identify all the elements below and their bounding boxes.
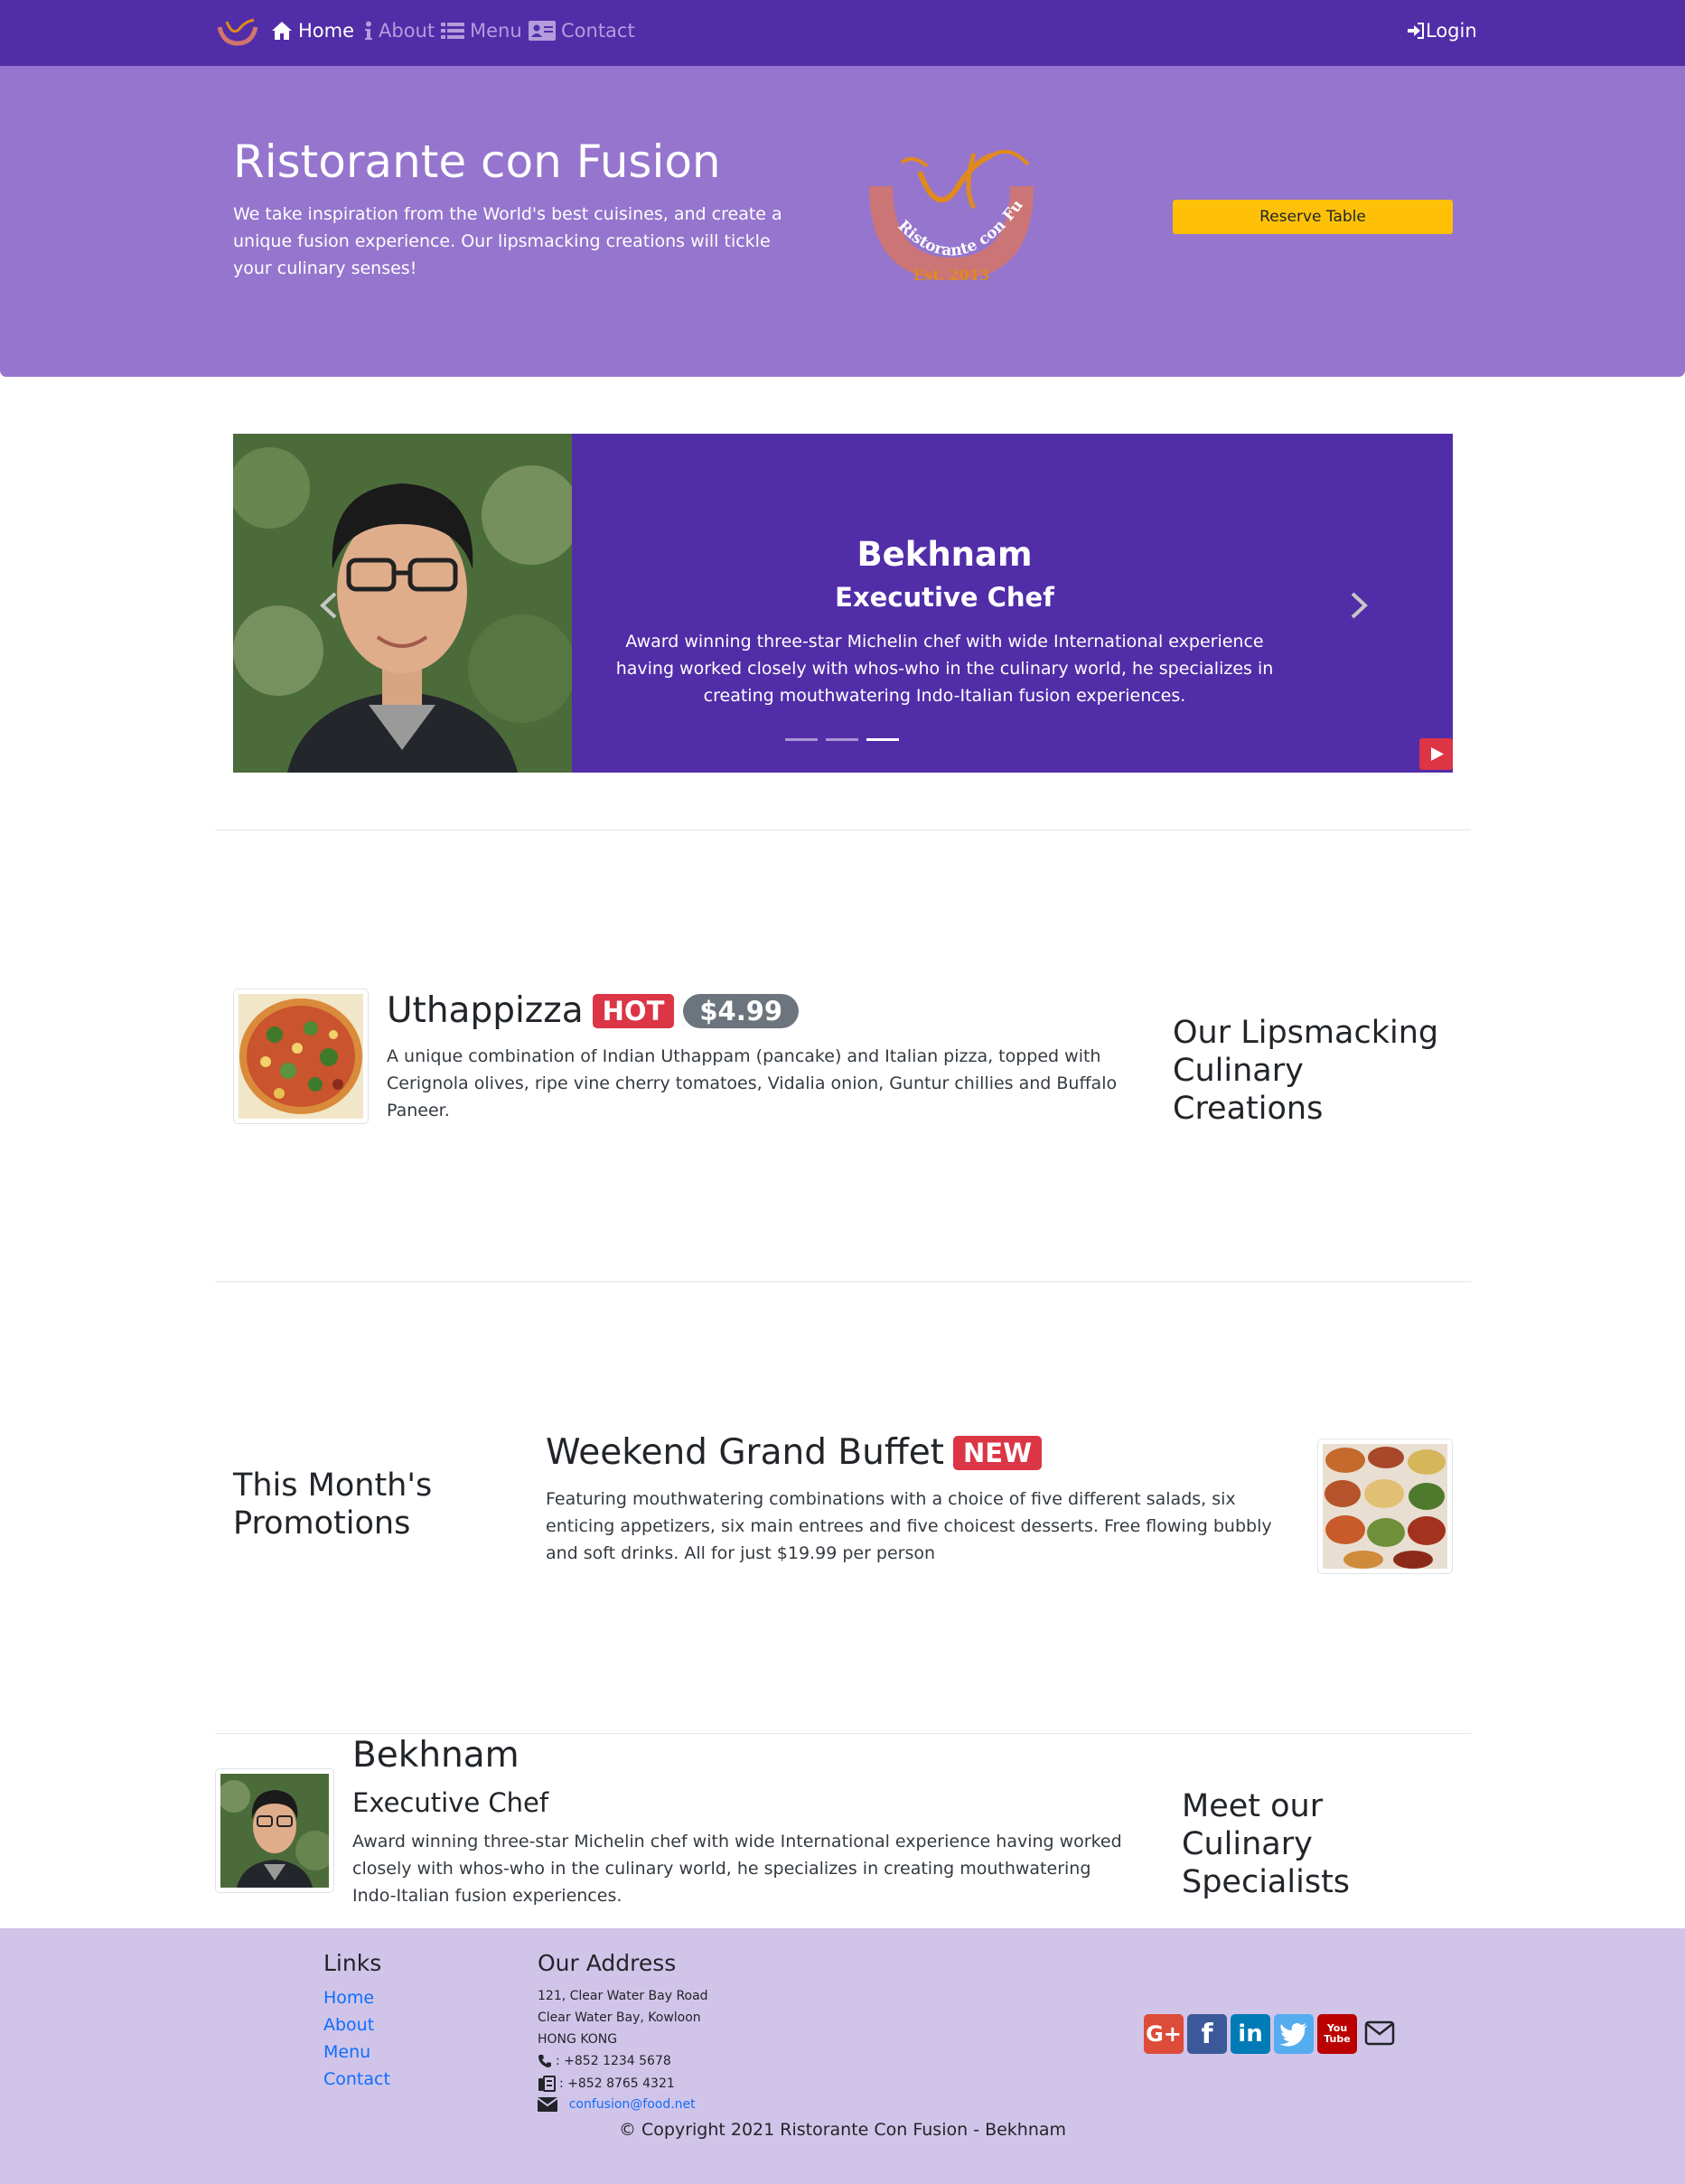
footer-address-heading: Our Address — [538, 1950, 677, 1976]
carousel: Bekhnam Executive Chef Award winning thr… — [233, 434, 1453, 773]
facebook-icon[interactable]: f — [1187, 2014, 1227, 2054]
section-divider — [215, 1281, 1471, 1282]
hero-title: Ristorante con Fusion — [233, 136, 721, 188]
dish-thumbnail — [233, 989, 369, 1124]
reserve-table-button[interactable]: Reserve Table — [1173, 200, 1453, 234]
price-badge: $4.99 — [683, 993, 800, 1028]
footer-link-menu[interactable]: Menu — [323, 2042, 370, 2062]
chef-photo — [233, 434, 572, 773]
address-line-1: 121, Clear Water Bay Road — [538, 1989, 708, 2003]
linkedin-icon[interactable]: in — [1231, 2014, 1270, 2054]
email-link[interactable]: confusion@food.net — [569, 2097, 696, 2112]
fax-number: : +852 8765 4321 — [559, 2076, 675, 2091]
leader-role: Executive Chef — [352, 1787, 549, 1818]
promotions-section-heading: This Month's Promotions — [233, 1467, 433, 1542]
carousel-next-icon[interactable] — [1349, 592, 1369, 619]
twitter-bird — [1279, 2023, 1307, 2047]
info-icon — [365, 21, 372, 40]
promotion-title-row: Weekend Grand Buffet NEW — [546, 1432, 1043, 1473]
nav-about[interactable]: About — [364, 20, 435, 42]
footer-link-contact[interactable]: Contact — [323, 2069, 390, 2089]
carousel-play-button[interactable] — [1419, 738, 1453, 770]
hero-text: We take inspiration from the World's bes… — [233, 204, 782, 278]
sign-in-icon — [1408, 23, 1424, 39]
carousel-indicator-3[interactable] — [866, 738, 899, 741]
mail-icon — [1364, 2020, 1395, 2046]
brand-logo[interactable] — [214, 16, 261, 51]
youtube-icon[interactable]: You Tube — [1317, 2014, 1357, 2054]
hot-badge: HOT — [592, 993, 675, 1028]
carousel-name: Bekhnam — [857, 535, 1033, 574]
carousel-prev-icon[interactable] — [319, 592, 339, 619]
nav-home-label: Home — [298, 20, 355, 42]
navbar: Home About Menu Contact Login — [0, 0, 1685, 66]
phone-icon — [538, 2055, 551, 2067]
dishes-section-heading: Our Lipsmacking Culinary Creations — [1173, 1015, 1439, 1127]
nav-contact[interactable]: Contact — [529, 20, 635, 42]
leader-thumbnail — [215, 1768, 335, 1893]
promotion-thumbnail — [1317, 1439, 1453, 1574]
address-line-2: Clear Water Bay, Kowloon — [538, 2011, 701, 2025]
google-plus-icon[interactable]: G+ — [1144, 2014, 1184, 2054]
dish-title-row: Uthappizza HOT $4.99 — [387, 990, 800, 1031]
address-card-icon — [529, 21, 556, 41]
footer-link-home[interactable]: Home — [323, 1988, 374, 2008]
home-icon — [272, 22, 292, 40]
login-label: Login — [1426, 20, 1477, 42]
carousel-indicator-1[interactable] — [785, 738, 818, 741]
section-divider — [215, 1733, 1471, 1734]
list-icon — [441, 23, 464, 39]
envelope-icon — [538, 2097, 557, 2112]
dish-name: Uthappizza — [387, 990, 584, 1031]
leader-name: Bekhnam — [352, 1735, 520, 1776]
footer — [0, 1928, 1685, 2184]
nav-contact-label: Contact — [561, 20, 635, 42]
address-fax: : +852 8765 4321 — [538, 2076, 675, 2092]
nav-menu-label: Menu — [470, 20, 522, 42]
address-phone: : +852 1234 5678 — [538, 2054, 671, 2068]
specialists-section-heading: Meet our Culinary Specialists — [1182, 1788, 1351, 1900]
copyright: © Copyright 2021 Ristorante Con Fusion -… — [618, 2120, 1067, 2140]
hero-logo: Ristorante con Fusion Est. 2013 — [857, 145, 1034, 284]
nav-about-label: About — [379, 20, 435, 42]
twitter-icon[interactable] — [1274, 2014, 1314, 2054]
leader-description: Award winning three-star Michelin chef w… — [352, 1832, 1122, 1906]
address-email: : confusion@food.net — [538, 2097, 696, 2112]
login-button[interactable]: Login — [1408, 20, 1477, 42]
promotion-description: Featuring mouthwatering combinations wit… — [546, 1489, 1272, 1563]
promotion-name: Weekend Grand Buffet — [546, 1432, 944, 1473]
dish-image — [239, 994, 363, 1119]
nav-menu[interactable]: Menu — [441, 20, 522, 42]
address-line-3: HONG KONG — [538, 2032, 618, 2047]
mail-link[interactable] — [1364, 2020, 1395, 2050]
carousel-role: Executive Chef — [835, 582, 1054, 613]
play-icon — [1431, 747, 1444, 761]
nav-home[interactable]: Home — [271, 20, 354, 42]
fax-icon — [538, 2076, 556, 2092]
hero-logo-est: Est. 2013 — [913, 267, 989, 284]
promotion-image — [1323, 1444, 1447, 1569]
carousel-indicator-2[interactable] — [826, 738, 858, 741]
carousel-description: Award winning three-star Michelin chef w… — [615, 632, 1274, 706]
new-badge: NEW — [952, 1435, 1043, 1470]
footer-links-heading: Links — [323, 1950, 382, 1976]
dish-description: A unique combination of Indian Uthappam … — [387, 1046, 1118, 1120]
leader-image — [218, 1774, 335, 1888]
phone-number: : +852 1234 5678 — [556, 2054, 671, 2068]
footer-link-about[interactable]: About — [323, 2015, 374, 2035]
